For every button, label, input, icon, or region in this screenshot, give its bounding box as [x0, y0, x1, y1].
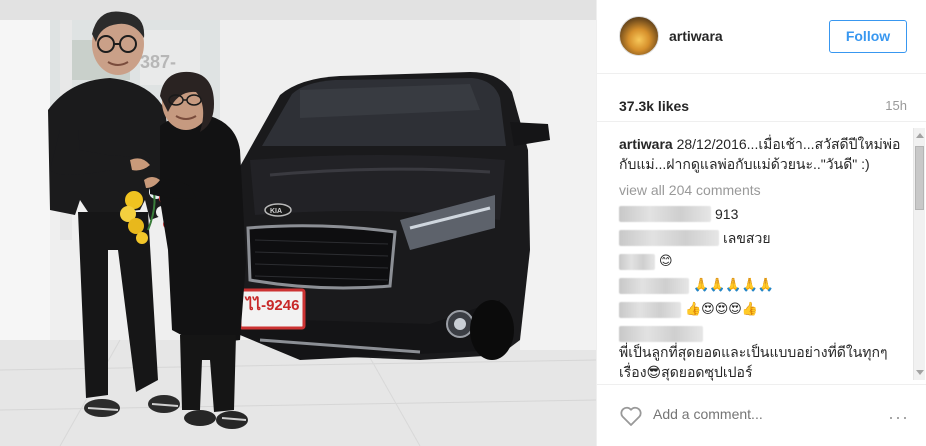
comments-scrollbar[interactable]: [913, 128, 925, 380]
view-all-comments-link[interactable]: view all 204 comments: [619, 180, 905, 200]
follow-button[interactable]: Follow: [829, 20, 907, 53]
comment-username[interactable]: [619, 254, 655, 270]
comment-item: 😊: [619, 252, 905, 272]
avatar[interactable]: [619, 16, 659, 56]
comment-text: พี่เป็นลูกที่สุดยอดและเป็นแบบอย่างที่ดีใ…: [619, 344, 888, 380]
comment-username[interactable]: [619, 326, 703, 342]
car-badge: KIA: [270, 208, 282, 215]
likes-count[interactable]: 37.3k likes: [619, 98, 689, 114]
comment-text: เลขสวย: [723, 230, 771, 246]
comment-emoji: 😊: [659, 254, 673, 269]
comment-emoji: 👍😍😍😍👍: [685, 302, 759, 317]
comment-username[interactable]: [619, 302, 681, 318]
heart-icon[interactable]: [619, 405, 643, 427]
post-footer: ···: [597, 384, 926, 446]
comment-emoji: 🙏🙏🙏🙏🙏: [693, 278, 774, 293]
comment-item: พี่เป็นลูกที่สุดยอดและเป็นแบบอย่างที่ดีใ…: [619, 324, 905, 382]
username[interactable]: artiwara: [669, 28, 723, 44]
comment-input[interactable]: [653, 406, 853, 422]
instagram-post: 387- KIA ไไ-9246 artiwara Follow 37.3k l…: [0, 0, 926, 446]
svg-text:387-: 387-: [140, 52, 176, 72]
post-stats: 37.3k likes 15h: [597, 74, 926, 122]
license-plate: ไไ-9246: [244, 295, 299, 314]
caption: artiwara 28/12/2016...เมื่อเช้า...สวัสดี…: [619, 134, 905, 174]
comments-list[interactable]: artiwara 28/12/2016...เมื่อเช้า...สวัสดี…: [597, 124, 926, 384]
comment-item: เลขสวย: [619, 228, 905, 248]
comment-username[interactable]: [619, 278, 689, 294]
comment-item: 913: [619, 204, 905, 224]
comment-text: 913: [715, 206, 739, 222]
comment-item: 👍😍😍😍👍: [619, 300, 905, 320]
scrollbar-thumb[interactable]: [915, 146, 924, 210]
post-time[interactable]: 15h: [885, 98, 907, 113]
more-options-icon[interactable]: ···: [888, 407, 909, 428]
comment-username[interactable]: [619, 230, 719, 246]
scroll-down-icon[interactable]: [916, 370, 924, 375]
post-photo[interactable]: 387- KIA ไไ-9246: [0, 0, 596, 446]
post-header: artiwara Follow: [597, 0, 926, 74]
comment-username[interactable]: [619, 206, 711, 222]
comment-item: 🙏🙏🙏🙏🙏: [619, 276, 905, 296]
post-details-panel: artiwara Follow 37.3k likes 15h artiwara…: [596, 0, 926, 446]
caption-username[interactable]: artiwara: [619, 136, 673, 152]
scroll-up-icon[interactable]: [916, 133, 924, 138]
